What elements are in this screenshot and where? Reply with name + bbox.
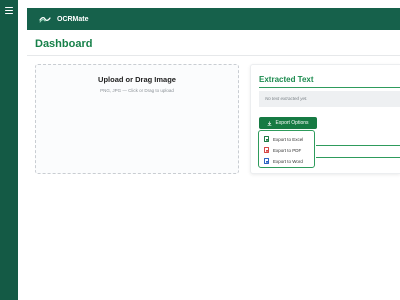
extracted-text-box[interactable]: No text extracted yet.: [259, 91, 400, 107]
word-file-icon: [264, 158, 269, 164]
dropdown-guide-line: [316, 145, 400, 146]
logo-icon: [39, 17, 51, 23]
menu-toggle-icon[interactable]: [5, 7, 13, 14]
pdf-file-icon: [264, 147, 269, 153]
export-word-label: Export to Word: [273, 158, 303, 164]
export-options-label: Export Options: [275, 120, 309, 126]
export-pdf-item[interactable]: Export to PDF: [264, 146, 301, 154]
extracted-text-placeholder: No text extracted yet.: [265, 96, 308, 101]
dropdown-guide-line: [316, 157, 400, 158]
header-divider: [27, 55, 400, 56]
panel-title-underline: [259, 87, 400, 88]
upload-title: Upload or Drag Image: [98, 75, 176, 84]
top-bar: OCRMate: [27, 8, 400, 30]
app-brand: OCRMate: [57, 15, 89, 23]
download-icon: [267, 120, 273, 126]
page-title: Dashboard: [35, 38, 93, 50]
upload-subtitle: PNG, JPG — Click or Drag to upload: [100, 88, 174, 93]
export-dropdown-menu: Export to Excel Export to PDF Export to …: [258, 130, 315, 168]
panel-title: Extracted Text: [259, 75, 314, 84]
export-excel-item[interactable]: Export to Excel: [264, 135, 303, 143]
upload-dropzone[interactable]: Upload or Drag Image PNG, JPG — Click or…: [35, 64, 239, 174]
export-pdf-label: Export to PDF: [273, 147, 302, 153]
excel-file-icon: [264, 136, 269, 142]
export-word-item[interactable]: Export to Word: [264, 157, 303, 165]
sidebar: [0, 0, 18, 300]
export-excel-label: Export to Excel: [273, 136, 304, 142]
export-options-button[interactable]: Export Options: [259, 117, 317, 129]
